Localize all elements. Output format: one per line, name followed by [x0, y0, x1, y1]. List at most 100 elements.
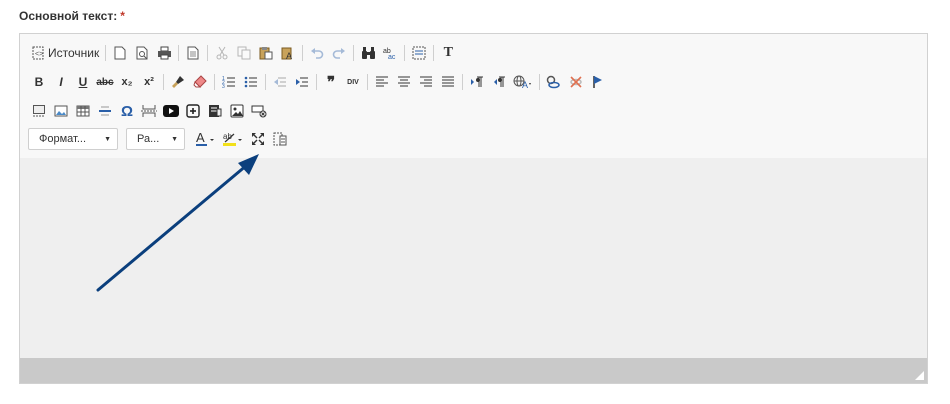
- source-button[interactable]: <> Источник: [28, 42, 102, 64]
- redo-button[interactable]: [328, 42, 350, 64]
- preview-button[interactable]: [131, 42, 153, 64]
- separator: [178, 45, 180, 61]
- copy-icon: [237, 46, 251, 60]
- separator: [163, 74, 164, 90]
- replace-icon: ab ac: [382, 46, 398, 60]
- language-button[interactable]: A: [510, 71, 536, 93]
- horizontal-rule-button[interactable]: [94, 100, 116, 122]
- svg-text:ac: ac: [388, 54, 396, 60]
- rtl-button[interactable]: [488, 71, 510, 93]
- separator: [207, 45, 209, 61]
- youtube-button[interactable]: [160, 100, 182, 122]
- plus-box-icon: [186, 104, 200, 118]
- copy-button[interactable]: [233, 42, 255, 64]
- svg-text:<>: <>: [35, 51, 43, 58]
- anchor-button[interactable]: [587, 71, 609, 93]
- required-mark: *: [120, 9, 125, 23]
- paste-button[interactable]: [255, 42, 277, 64]
- numbered-list-icon: 123: [222, 75, 236, 89]
- resize-handle[interactable]: [915, 371, 924, 380]
- separator: [302, 45, 304, 61]
- print-button[interactable]: [153, 42, 175, 64]
- blockquote-button[interactable]: ❞: [320, 71, 342, 93]
- remove-format-button[interactable]: [189, 71, 211, 93]
- indent-icon: [295, 75, 309, 89]
- page-break-button[interactable]: [138, 100, 160, 122]
- ltr-button[interactable]: [466, 71, 488, 93]
- binoculars-icon: [361, 46, 376, 60]
- eraser-icon: [193, 75, 207, 89]
- bulleted-list-icon: [244, 75, 258, 89]
- image-button[interactable]: [50, 100, 72, 122]
- unlink-button[interactable]: [565, 71, 587, 93]
- background-color-button[interactable]: ab: [219, 128, 247, 150]
- templates-icon: [187, 46, 199, 60]
- indent-button[interactable]: [291, 71, 313, 93]
- show-blocks-icon: [273, 132, 287, 146]
- templates-button[interactable]: [182, 42, 204, 64]
- find-button[interactable]: [357, 42, 379, 64]
- create-div-button[interactable]: DIV: [342, 71, 364, 93]
- text-color-button[interactable]: A: [193, 128, 219, 150]
- undo-button[interactable]: [306, 42, 328, 64]
- source-label: Источник: [48, 46, 100, 60]
- brush-icon: [171, 75, 185, 89]
- new-page-button[interactable]: [109, 42, 131, 64]
- image-properties-button[interactable]: [226, 100, 248, 122]
- size-dropdown[interactable]: Ра... ▼: [126, 128, 185, 150]
- cut-button[interactable]: [211, 42, 233, 64]
- insert-widget-button[interactable]: [182, 100, 204, 122]
- outdent-button[interactable]: [269, 71, 291, 93]
- youtube-icon: [163, 105, 179, 117]
- separator: [214, 74, 215, 90]
- table-button[interactable]: [72, 100, 94, 122]
- image-icon: [54, 104, 68, 118]
- justify-button[interactable]: [437, 71, 459, 93]
- unlink-icon: [568, 75, 584, 89]
- horizontal-rule-icon: [98, 104, 112, 118]
- picture-icon: [230, 104, 244, 118]
- clipboard-icon: [259, 46, 273, 60]
- outdent-icon: [273, 75, 287, 89]
- special-char-button[interactable]: Ω: [116, 100, 138, 122]
- strikethrough-button[interactable]: abc: [94, 71, 116, 93]
- underline-button[interactable]: U: [72, 71, 94, 93]
- numbered-list-button[interactable]: 123: [218, 71, 240, 93]
- maximize-icon: [251, 132, 265, 146]
- svg-text:A: A: [522, 80, 528, 89]
- editor-content-area[interactable]: [20, 158, 927, 358]
- subscript-button[interactable]: x₂: [116, 71, 138, 93]
- field-label-text: Основной текст:: [19, 9, 118, 23]
- svg-text:A: A: [196, 131, 205, 145]
- print-icon: [157, 46, 172, 60]
- field-label: Основной текст: *: [19, 9, 125, 23]
- superscript-button[interactable]: x²: [138, 71, 160, 93]
- bulleted-list-button[interactable]: [240, 71, 262, 93]
- svg-text:A: A: [286, 51, 292, 60]
- bold-button[interactable]: B: [28, 71, 50, 93]
- copy-format-button[interactable]: [167, 71, 189, 93]
- separator: [265, 74, 266, 90]
- align-left-button[interactable]: [371, 71, 393, 93]
- link-button[interactable]: [543, 71, 565, 93]
- align-center-button[interactable]: [393, 71, 415, 93]
- size-dropdown-value: Ра...: [137, 133, 160, 145]
- toolbar-row-4: Формат... ▼ Ра... ▼ A ab: [28, 128, 291, 150]
- rtl-icon: [492, 76, 506, 88]
- remove-element-button[interactable]: [248, 100, 270, 122]
- image-gallery-button[interactable]: [28, 100, 50, 122]
- align-right-button[interactable]: [415, 71, 437, 93]
- paste-from-word-button[interactable]: [204, 100, 226, 122]
- remove-format-T-button[interactable]: T: [437, 42, 459, 64]
- select-all-icon: [412, 46, 426, 60]
- italic-button[interactable]: I: [50, 71, 72, 93]
- show-blocks-button[interactable]: [269, 128, 291, 150]
- replace-button[interactable]: ab ac: [379, 42, 401, 64]
- format-dropdown[interactable]: Формат... ▼: [28, 128, 118, 150]
- paste-text-icon: A: [281, 46, 295, 60]
- language-globe-icon: A: [513, 75, 533, 89]
- paste-text-button[interactable]: A: [277, 42, 299, 64]
- separator: [404, 45, 406, 61]
- maximize-button[interactable]: [247, 128, 269, 150]
- select-all-button[interactable]: [408, 42, 430, 64]
